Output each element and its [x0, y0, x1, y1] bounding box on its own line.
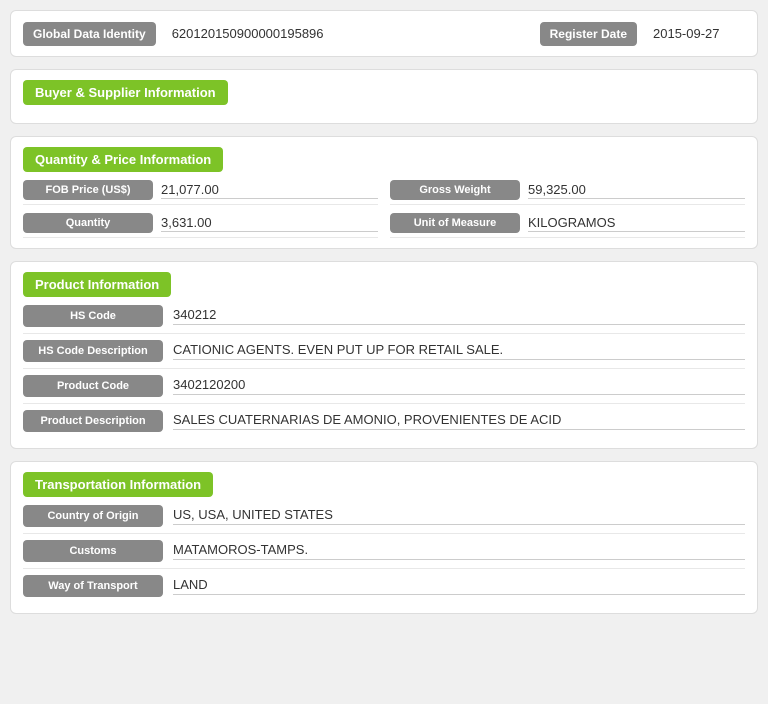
global-data-identity-value: 620120150900000195896 [164, 21, 532, 46]
register-date-label: Register Date [540, 22, 637, 46]
fob-price-label: FOB Price (US$) [23, 180, 153, 200]
hs-code-description-value: CATIONIC AGENTS. EVEN PUT UP FOR RETAIL … [173, 342, 745, 360]
quantity-field: Quantity 3,631.00 [23, 213, 378, 238]
product-code-label: Product Code [23, 375, 163, 397]
product-description-value: SALES CUATERNARIAS DE AMONIO, PROVENIENT… [173, 412, 745, 430]
hs-code-field: HS Code 340212 [23, 305, 745, 334]
hs-code-value: 340212 [173, 307, 745, 325]
transportation-header: Transportation Information [23, 472, 213, 497]
customs-label: Customs [23, 540, 163, 562]
product-description-field: Product Description SALES CUATERNARIAS D… [23, 410, 745, 438]
hs-code-description-label: HS Code Description [23, 340, 163, 362]
buyer-supplier-header: Buyer & Supplier Information [23, 80, 228, 105]
hs-code-description-field: HS Code Description CATIONIC AGENTS. EVE… [23, 340, 745, 369]
product-card: Product Information HS Code 340212 HS Co… [10, 261, 758, 449]
hs-code-label: HS Code [23, 305, 163, 327]
gross-weight-field: Gross Weight 59,325.00 [390, 180, 745, 205]
gross-weight-value: 59,325.00 [528, 182, 745, 199]
identity-row: Global Data Identity 6201201509000001958… [23, 21, 745, 46]
transportation-card: Transportation Information Country of Or… [10, 461, 758, 614]
quantity-price-card: Quantity & Price Information FOB Price (… [10, 136, 758, 249]
gross-weight-label: Gross Weight [390, 180, 520, 200]
country-of-origin-field: Country of Origin US, USA, UNITED STATES [23, 505, 745, 534]
register-date-value: 2015-09-27 [645, 21, 745, 46]
product-code-value: 3402120200 [173, 377, 745, 395]
transportation-fields: Country of Origin US, USA, UNITED STATES… [23, 505, 745, 603]
product-fields: HS Code 340212 HS Code Description CATIO… [23, 305, 745, 438]
quantity-label: Quantity [23, 213, 153, 233]
product-header: Product Information [23, 272, 171, 297]
customs-field: Customs MATAMOROS-TAMPS. [23, 540, 745, 569]
customs-value: MATAMOROS-TAMPS. [173, 542, 745, 560]
quantity-price-header: Quantity & Price Information [23, 147, 223, 172]
quantity-value: 3,631.00 [161, 215, 378, 232]
quantity-price-grid: FOB Price (US$) 21,077.00 Gross Weight 5… [23, 180, 745, 238]
way-of-transport-field: Way of Transport LAND [23, 575, 745, 603]
product-code-field: Product Code 3402120200 [23, 375, 745, 404]
unit-of-measure-label: Unit of Measure [390, 213, 520, 233]
unit-of-measure-value: KILOGRAMOS [528, 215, 745, 232]
buyer-supplier-card: Buyer & Supplier Information [10, 69, 758, 124]
identity-card: Global Data Identity 6201201509000001958… [10, 10, 758, 57]
global-data-identity-label: Global Data Identity [23, 22, 156, 46]
product-description-label: Product Description [23, 410, 163, 432]
fob-price-field: FOB Price (US$) 21,077.00 [23, 180, 378, 205]
unit-of-measure-field: Unit of Measure KILOGRAMOS [390, 213, 745, 238]
country-of-origin-label: Country of Origin [23, 505, 163, 527]
fob-price-value: 21,077.00 [161, 182, 378, 199]
way-of-transport-label: Way of Transport [23, 575, 163, 597]
country-of-origin-value: US, USA, UNITED STATES [173, 507, 745, 525]
way-of-transport-value: LAND [173, 577, 745, 595]
